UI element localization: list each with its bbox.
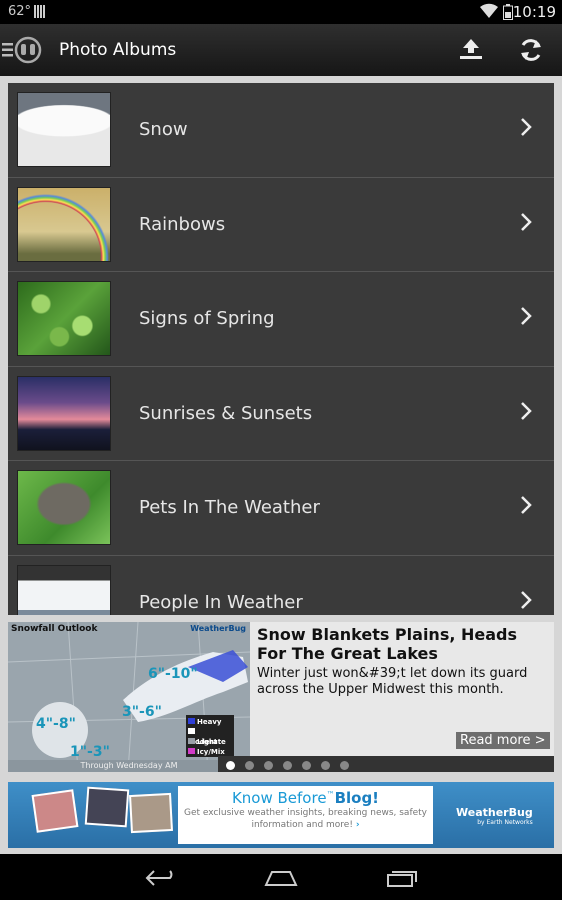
navigation-bar xyxy=(0,854,562,900)
carousel-dot[interactable] xyxy=(264,761,273,770)
chevron-right-icon xyxy=(521,118,532,136)
album-thumbnail xyxy=(17,281,111,357)
refresh-icon[interactable] xyxy=(517,36,545,64)
album-item-sunrises-sunsets[interactable]: Sunrises & Sunsets xyxy=(8,367,554,462)
chevron-right-icon xyxy=(521,591,532,609)
read-more-button[interactable]: Read more > xyxy=(456,732,550,749)
ad-brand-sub: by Earth Networks xyxy=(477,819,533,826)
album-label: Sunrises & Sunsets xyxy=(139,402,313,424)
ad-trademark: ™ xyxy=(326,790,335,799)
map-amount-label: 1"-3" xyxy=(70,744,110,760)
ad-brand-name: WeatherBug xyxy=(456,806,533,819)
legend-item: Moderate xyxy=(188,727,232,746)
upload-icon[interactable] xyxy=(458,37,484,61)
album-label: People In Weather xyxy=(139,591,303,613)
home-icon[interactable] xyxy=(263,868,299,888)
album-item-signs-of-spring[interactable]: Signs of Spring xyxy=(8,272,554,367)
album-list[interactable]: Snow Rainbows Signs of Spring Sunrises &… xyxy=(8,83,554,615)
ad-body: Get exclusive weather insights, breaking… xyxy=(178,807,433,831)
ad-card: Know Before™Blog! Get exclusive weather … xyxy=(178,786,433,844)
legend-label: Icy/Mix xyxy=(197,748,225,756)
chevron-right-icon xyxy=(521,212,532,231)
chevron-right-icon xyxy=(521,401,532,420)
ad-arrow-icon: › xyxy=(355,820,360,830)
notification-icon xyxy=(34,5,45,18)
album-thumbnail xyxy=(17,92,111,167)
map-amount-label: 6"-10" xyxy=(148,666,198,682)
news-carousel[interactable]: Snowfall Outlook WeatherBug 6"-10" 3"-6"… xyxy=(8,622,554,772)
ad-title-blog: Blog! xyxy=(334,789,380,807)
page-title: Photo Albums xyxy=(59,40,177,60)
battery-icon xyxy=(503,4,513,20)
ad-brand-logo: WeatherBug by Earth Networks xyxy=(456,806,533,826)
map-amount-label: 4"-8" xyxy=(36,716,76,732)
carousel-dot[interactable] xyxy=(283,761,292,770)
carousel-dot[interactable] xyxy=(302,761,311,770)
map-footer: Through Wednesday AM xyxy=(8,760,250,772)
album-thumbnail xyxy=(17,564,111,615)
legend-swatch xyxy=(188,748,195,754)
back-icon[interactable] xyxy=(144,868,178,888)
legend-swatch xyxy=(188,728,195,734)
status-bar: 62° 10:19 xyxy=(0,0,562,24)
carousel-dot[interactable] xyxy=(226,761,235,770)
legend-swatch xyxy=(188,718,195,724)
carousel-dot[interactable] xyxy=(245,761,254,770)
album-thumbnail xyxy=(17,470,111,546)
map-title: Snowfall Outlook xyxy=(11,624,98,634)
album-thumbnail xyxy=(17,375,111,451)
news-summary: Winter just won&#39;t let down its guard… xyxy=(257,666,528,697)
map-legend: Heavy Moderate Light Icy/Mix xyxy=(186,715,234,757)
map-amount-label: 3"-6" xyxy=(122,704,162,720)
recent-apps-icon[interactable] xyxy=(386,868,418,888)
album-label: Rainbows xyxy=(139,213,226,235)
chevron-right-icon xyxy=(521,307,532,326)
album-item-pets-in-the-weather[interactable]: Pets In The Weather xyxy=(8,461,554,556)
ad-body-text: Get exclusive weather insights, breaking… xyxy=(183,808,428,830)
album-item-people-in-weather[interactable]: People In Weather xyxy=(8,556,554,615)
action-bar: Photo Albums xyxy=(0,24,562,76)
ad-title-prefix: Know Before xyxy=(231,789,327,807)
ad-photo xyxy=(129,792,173,834)
carousel-page-indicator xyxy=(218,756,554,772)
snowfall-outlook-map[interactable]: Snowfall Outlook WeatherBug 6"-10" 3"-6"… xyxy=(8,622,250,772)
blog-ad-banner[interactable]: Know Before™Blog! Get exclusive weather … xyxy=(8,782,554,848)
temperature-indicator: 62° xyxy=(8,4,32,19)
content-area: Snow Rainbows Signs of Spring Sunrises &… xyxy=(0,76,562,854)
menu-icon[interactable] xyxy=(2,43,13,57)
album-label: Signs of Spring xyxy=(139,308,275,330)
carousel-dot[interactable] xyxy=(321,761,330,770)
map-brand: WeatherBug xyxy=(190,624,246,633)
chevron-right-icon xyxy=(521,496,532,515)
album-label: Snow xyxy=(139,119,188,140)
album-thumbnail xyxy=(17,186,111,262)
album-item-snow[interactable]: Snow xyxy=(8,83,554,178)
carousel-dot[interactable] xyxy=(340,761,349,770)
album-item-rainbows[interactable]: Rainbows xyxy=(8,178,554,273)
legend-item: Heavy xyxy=(188,717,232,727)
weatherbug-logo-icon[interactable] xyxy=(14,36,42,64)
wifi-icon xyxy=(480,3,498,19)
ad-title: Know Before™Blog! xyxy=(178,789,433,807)
news-headline[interactable]: Snow Blankets Plains, Heads For The Grea… xyxy=(257,625,547,663)
album-label: Pets In The Weather xyxy=(139,497,320,519)
legend-swatch xyxy=(188,738,195,744)
legend-label: Light xyxy=(197,738,218,746)
clock: 10:19 xyxy=(512,3,556,21)
legend-label: Heavy xyxy=(197,718,222,726)
ad-photo xyxy=(84,786,130,828)
ad-photo xyxy=(31,789,79,833)
